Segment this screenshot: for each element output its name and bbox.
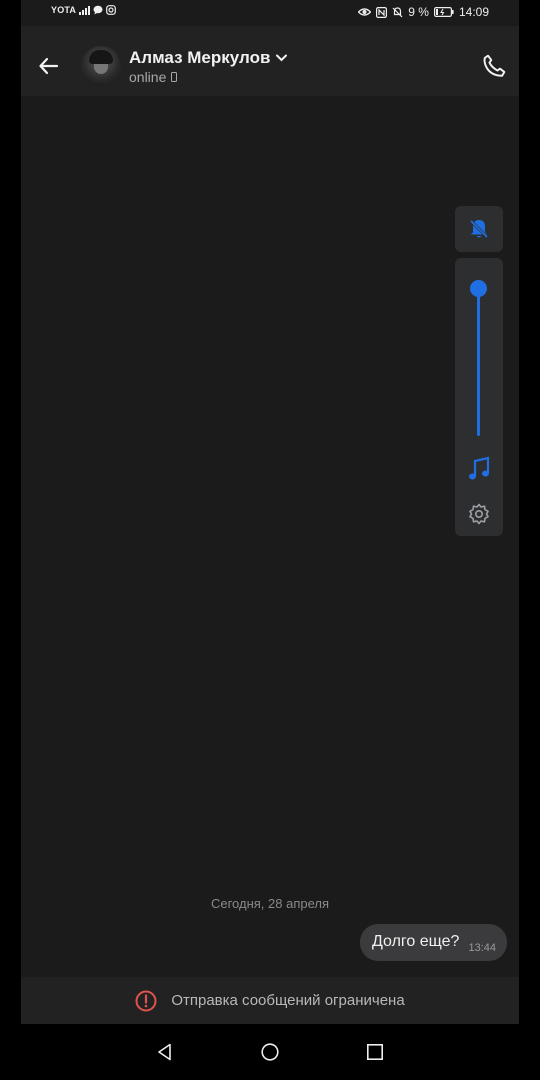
system-nav-bar bbox=[21, 1024, 519, 1080]
volume-mute-button[interactable] bbox=[455, 206, 503, 252]
nav-recent-apps-icon[interactable] bbox=[366, 1043, 384, 1061]
volume-panel bbox=[455, 258, 503, 536]
gear-icon[interactable] bbox=[467, 502, 491, 526]
messenger-app: YOTA 9 % 14:09 Алмаз Меркулов online Сег… bbox=[21, 0, 519, 1080]
carrier-label: YOTA bbox=[51, 5, 77, 15]
signal-icon bbox=[79, 5, 91, 15]
message-text: Долго еще? bbox=[372, 933, 460, 950]
back-arrow-icon[interactable] bbox=[37, 54, 61, 78]
clock: 14:09 bbox=[458, 5, 489, 19]
chat-header: Алмаз Меркулов online bbox=[21, 26, 519, 96]
message-bubble-outgoing[interactable]: Долго еще? 13:44 bbox=[360, 924, 507, 961]
volume-slider-knob[interactable] bbox=[470, 279, 487, 297]
instagram-icon bbox=[106, 5, 117, 15]
eye-icon bbox=[358, 8, 372, 16]
message-time: 13:44 bbox=[468, 942, 496, 954]
battery-icon bbox=[433, 7, 454, 17]
nfc-icon bbox=[376, 6, 388, 18]
avatar[interactable] bbox=[81, 46, 121, 86]
chevron-down-icon bbox=[276, 54, 288, 62]
contact-name-row[interactable]: Алмаз Меркулов bbox=[129, 48, 288, 68]
battery-percent: 9 % bbox=[408, 5, 429, 19]
chat-bubble-icon bbox=[93, 5, 103, 15]
mobile-icon bbox=[171, 72, 178, 82]
status-left: YOTA bbox=[51, 5, 117, 15]
status-right: 9 % 14:09 bbox=[358, 5, 489, 19]
contact-status: online bbox=[129, 69, 178, 85]
nav-home-icon[interactable] bbox=[260, 1042, 280, 1062]
screen: YOTA 9 % 14:09 Алмаз Меркулов online Сег… bbox=[0, 0, 540, 1080]
phone-call-icon[interactable] bbox=[481, 53, 507, 79]
nav-back-icon[interactable] bbox=[155, 1042, 175, 1062]
restriction-text: Отправка сообщений ограничена bbox=[171, 992, 405, 1009]
status-text: online bbox=[129, 69, 167, 85]
bell-muted-icon bbox=[469, 219, 489, 239]
alert-circle-icon bbox=[135, 990, 157, 1011]
contact-name: Алмаз Меркулов bbox=[129, 48, 271, 67]
music-note-icon[interactable] bbox=[467, 456, 491, 482]
bell-off-icon bbox=[392, 6, 403, 17]
messaging-restricted-bar: Отправка сообщений ограничена bbox=[21, 977, 519, 1024]
status-bar: YOTA 9 % 14:09 bbox=[21, 0, 519, 26]
avatar-hair bbox=[89, 50, 113, 64]
date-divider: Сегодня, 28 апреля bbox=[210, 896, 330, 911]
volume-slider-track[interactable] bbox=[477, 288, 480, 436]
